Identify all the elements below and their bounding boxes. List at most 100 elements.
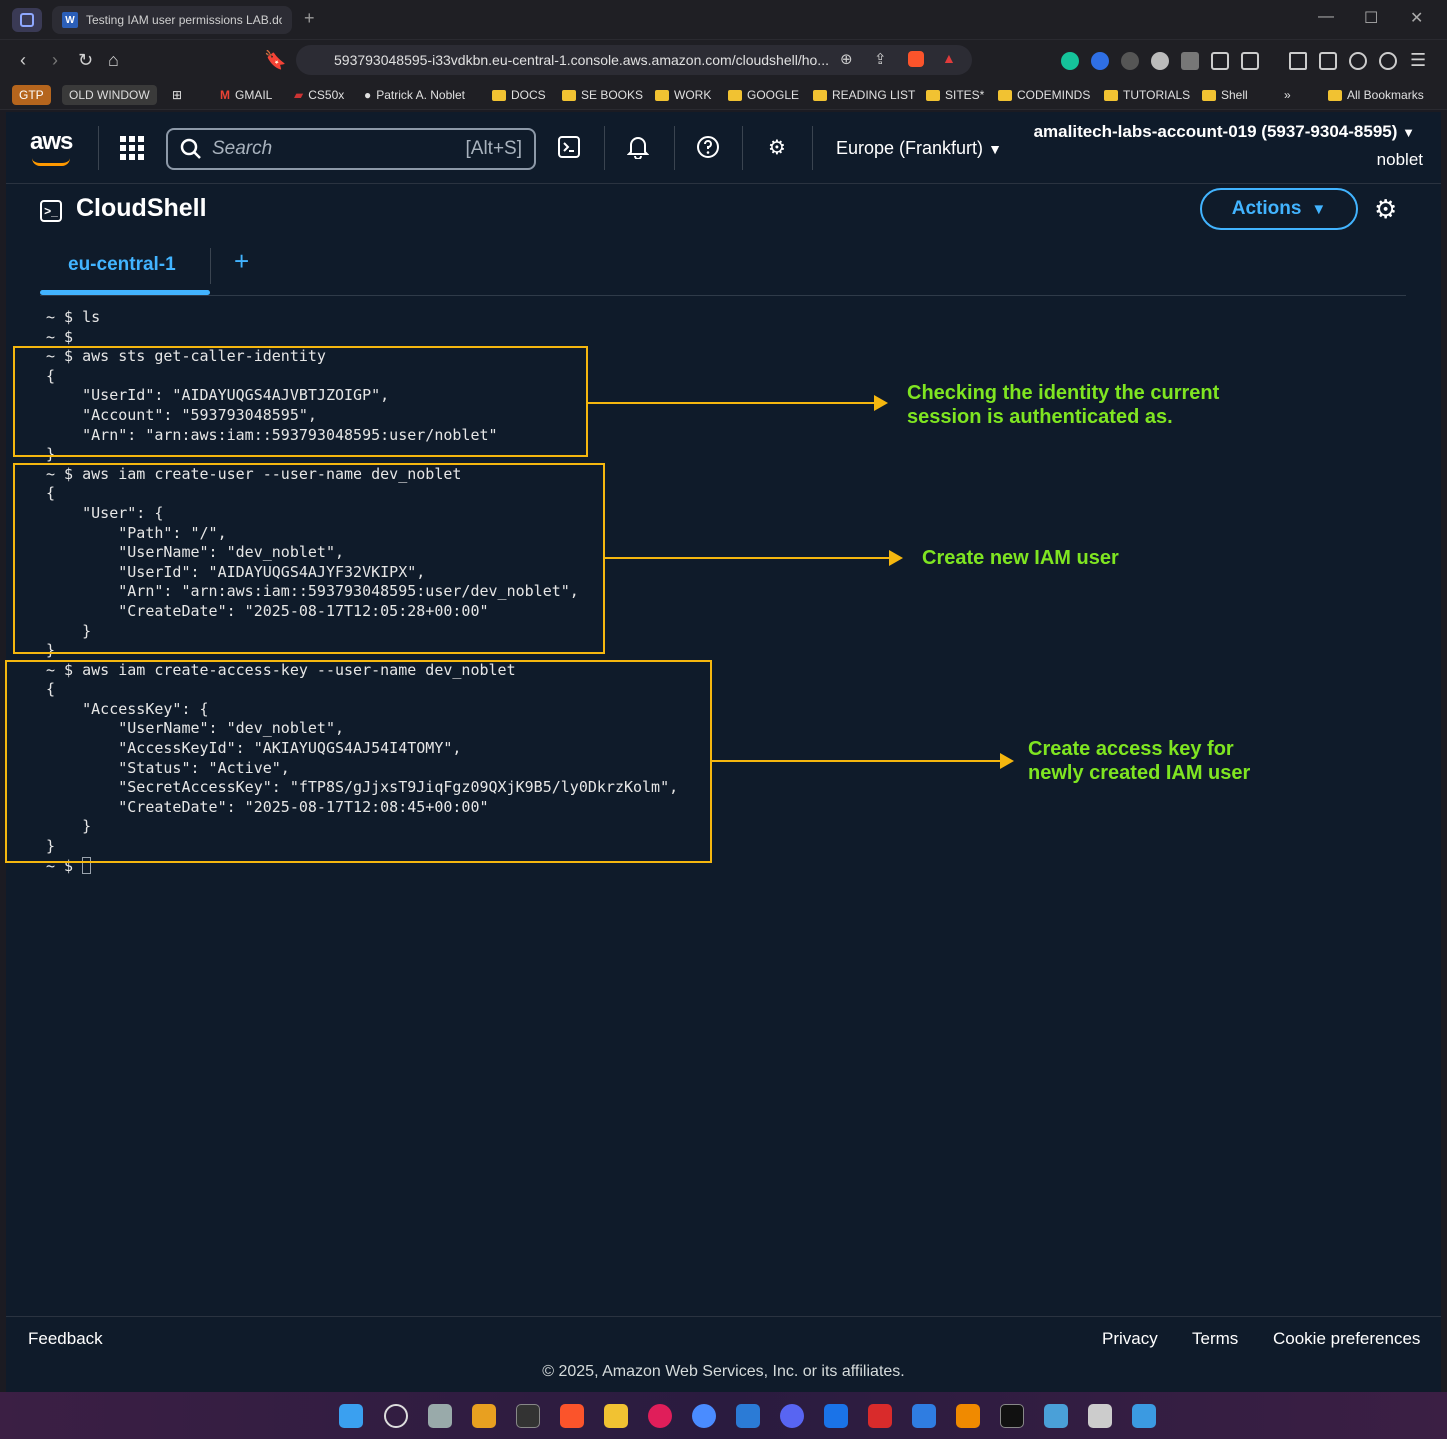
aws-header: aws Search [Alt+S] ⚙ Europe (Frankfurt) … — [6, 112, 1441, 184]
terminal-icon[interactable] — [516, 1404, 540, 1428]
bookmark-old-window[interactable]: OLD WINDOW — [62, 85, 157, 105]
bookmark-icon[interactable]: 🔖 — [264, 50, 286, 71]
bookmark-gmail[interactable]: M GMAIL — [220, 88, 272, 102]
tab-eu-central-1[interactable]: eu-central-1 — [68, 254, 176, 276]
folder-icon — [813, 89, 827, 101]
folder-icon — [562, 89, 576, 101]
slack-icon[interactable] — [648, 1404, 672, 1428]
folder-icon — [1202, 89, 1216, 101]
account-menu[interactable]: amalitech-labs-account-019 (5937-9304-85… — [1034, 122, 1415, 142]
cloudshell-settings-icon[interactable]: ⚙ — [1374, 194, 1397, 225]
discord-icon[interactable] — [780, 1404, 804, 1428]
region-selector[interactable]: Europe (Frankfurt) ▼ — [836, 138, 1002, 159]
terms-link[interactable]: Terms — [1192, 1329, 1238, 1349]
menu-icon[interactable]: ☰ — [1410, 50, 1426, 71]
bookmark-gtp[interactable]: GTP — [12, 85, 51, 105]
feedback-link[interactable]: Feedback — [28, 1329, 103, 1349]
windows-start-icon[interactable] — [339, 1404, 363, 1428]
privacy-link[interactable]: Privacy — [1102, 1329, 1158, 1349]
gmail-icon: M — [220, 88, 230, 102]
extension-icon[interactable] — [1091, 52, 1109, 70]
brave-shield-icon[interactable] — [908, 51, 924, 67]
arrow-access-key — [712, 753, 1014, 769]
cookie-preferences-link[interactable]: Cookie preferences — [1273, 1329, 1420, 1349]
vlc-icon[interactable] — [956, 1404, 980, 1428]
browser-app-icon[interactable] — [12, 8, 42, 32]
bookmark-sites[interactable]: SITES* — [926, 88, 984, 102]
forward-icon[interactable]: › — [52, 50, 58, 71]
bookmark-codeminds[interactable]: CODEMINDS — [998, 88, 1090, 102]
cloudshell-icon[interactable] — [556, 134, 582, 160]
brave-rewards-icon[interactable]: ▲ — [942, 50, 956, 66]
bookmark-cs50x[interactable]: ▰ CS50x — [294, 88, 344, 102]
caret-down-icon: ▼ — [988, 141, 1002, 157]
app-icon[interactable] — [824, 1404, 848, 1428]
address-bar[interactable]: 593793048595-i33vdkbn.eu-central-1.conso… — [296, 45, 972, 75]
zoom-icon[interactable] — [692, 1404, 716, 1428]
extension-icon[interactable] — [1121, 52, 1139, 70]
extension-icon[interactable] — [1241, 52, 1259, 70]
caret-down-icon: ▼ — [1311, 200, 1327, 218]
acrobat-icon[interactable] — [868, 1404, 892, 1428]
actions-button[interactable]: Actions ▼ — [1200, 188, 1358, 230]
bookmark-shell[interactable]: Shell — [1202, 88, 1248, 102]
maximize-icon[interactable]: ☐ — [1364, 8, 1378, 28]
vpn-icon[interactable] — [1379, 52, 1397, 70]
cloudshell-main: >_ CloudShell Actions ▼ ⚙ eu-central-1 + … — [5, 184, 1441, 1316]
extension-icon[interactable] — [1151, 52, 1169, 70]
close-icon[interactable]: ✕ — [1410, 8, 1423, 28]
browser-tab[interactable]: W Testing IAM user permissions LAB.do — [52, 6, 292, 34]
arrow-identity — [588, 395, 888, 411]
bookmark-se-books[interactable]: SE BOOKS — [562, 88, 643, 102]
todo-icon[interactable] — [912, 1404, 936, 1428]
bookmark-tutorials[interactable]: TUTORIALS — [1104, 88, 1190, 102]
caret-down-icon: ▼ — [1402, 125, 1415, 140]
task-view-icon[interactable] — [428, 1404, 452, 1428]
app-icon[interactable] — [736, 1404, 760, 1428]
back-icon[interactable]: ‹ — [20, 50, 26, 71]
app-icon[interactable] — [1044, 1404, 1068, 1428]
sidebar-icon[interactable] — [1289, 52, 1307, 70]
search-icon[interactable] — [384, 1404, 408, 1428]
add-tab-icon[interactable]: + — [234, 246, 249, 277]
app-icon[interactable] — [1088, 1404, 1112, 1428]
brave-browser-icon[interactable] — [560, 1404, 584, 1428]
annotation-create-user: Create new IAM user — [922, 547, 1119, 569]
file-explorer-icon[interactable] — [604, 1404, 628, 1428]
apps-grid-icon[interactable]: ⊞ — [172, 88, 182, 102]
browser-tabstrip: W Testing IAM user permissions LAB.do + … — [0, 0, 1447, 40]
share-icon[interactable]: ⇪ — [874, 50, 887, 68]
app-icon[interactable] — [1132, 1404, 1156, 1428]
terminal-line: ~ $ — [46, 327, 74, 346]
bell-icon[interactable] — [625, 134, 651, 160]
extension-icon[interactable] — [1181, 52, 1199, 70]
grammarly-icon[interactable] — [1061, 52, 1079, 70]
word-icon: W — [62, 12, 78, 28]
bookmark-google[interactable]: GOOGLE — [728, 88, 799, 102]
wallet-icon[interactable] — [1319, 52, 1337, 70]
settings-gear-icon[interactable]: ⚙ — [764, 134, 790, 160]
cloudshell-title-icon: >_ — [40, 200, 62, 222]
arrow-create-user — [605, 550, 903, 566]
puzzle-icon[interactable] — [1211, 52, 1229, 70]
home-icon[interactable]: ⌂ — [108, 50, 119, 71]
zoom-icon[interactable]: ⊕ — [840, 50, 853, 68]
divider — [210, 248, 211, 284]
bookmark-reading-list[interactable]: READING LIST — [813, 88, 915, 102]
new-tab-icon[interactable]: + — [304, 8, 315, 29]
help-icon[interactable] — [695, 134, 721, 160]
intellij-icon[interactable] — [472, 1404, 496, 1428]
leo-icon[interactable] — [1349, 52, 1367, 70]
divider — [98, 126, 99, 170]
reload-icon[interactable]: ↻ — [78, 50, 93, 71]
more-bookmarks-icon[interactable]: » — [1284, 88, 1291, 102]
bookmark-docs[interactable]: DOCS — [492, 88, 546, 102]
search-input[interactable]: Search [Alt+S] — [166, 128, 536, 170]
minimize-icon[interactable]: — — [1318, 8, 1334, 26]
bookmark-work[interactable]: WORK — [655, 88, 711, 102]
bookmark-github[interactable]: ● Patrick A. Noblet — [364, 88, 465, 102]
bookmark-all[interactable]: All Bookmarks — [1328, 88, 1424, 102]
aws-logo[interactable]: aws — [30, 128, 73, 156]
services-grid-icon[interactable] — [120, 136, 144, 160]
cmd-icon[interactable] — [1000, 1404, 1024, 1428]
